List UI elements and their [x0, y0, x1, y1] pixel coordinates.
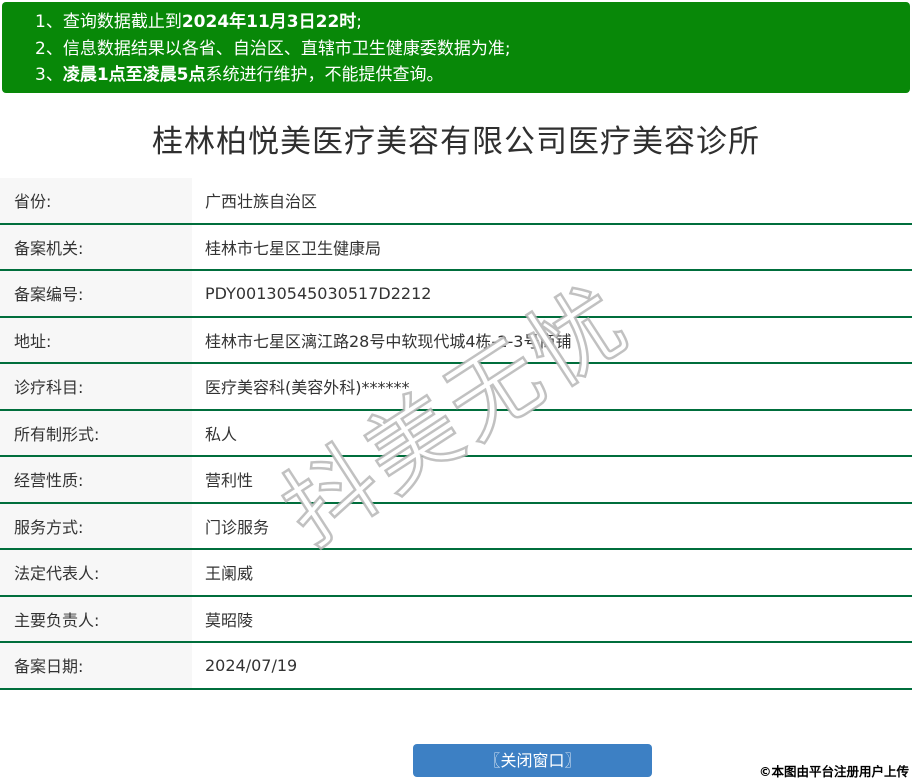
notice-number: 2、	[35, 38, 63, 59]
row-value: 医疗美容科(美容外科)******	[205, 378, 410, 398]
upload-attribution-note: ©本图由平台注册用户上传	[758, 764, 909, 779]
row-value: 桂林市七星区漓江路28号中软现代城4栋-2-3号商铺	[205, 331, 572, 351]
row-value: 2024/07/19	[205, 655, 298, 675]
row-value: 莫昭陵	[205, 610, 254, 630]
notice-number: 1、	[35, 12, 63, 32]
notice-number: 3、	[35, 65, 63, 85]
table-row-filing-authority: 备案机关: 桂林市七星区卫生健康局	[0, 224, 912, 271]
table-row-business-nature: 经营性质: 营利性	[0, 457, 912, 504]
row-value: 营利性	[205, 471, 254, 491]
row-label: 所有制形式:	[0, 410, 192, 455]
notice-line-2: 2、信息数据结果以各省、自治区、直辖市卫生健康委数据为准;	[35, 36, 900, 63]
notice-text: 查询数据截止到	[62, 12, 182, 32]
notice-banner: 1、查询数据截止到2024年11月3日22时; 2、信息数据结果以各省、自治区、…	[2, 2, 910, 93]
table-row-principal-person: 主要负责人: 莫昭陵	[0, 596, 912, 643]
row-label: 备案日期:	[0, 643, 192, 688]
row-label: 法定代表人:	[0, 550, 192, 595]
notice-line-1: 1、查询数据截止到2024年11月3日22时;	[35, 9, 900, 36]
row-label: 地址:	[0, 317, 192, 362]
row-value: PDY00130545030517D2212	[205, 283, 432, 303]
info-table: 省份: 广西壮族自治区 备案机关: 桂林市七星区卫生健康局 备案编号: PDY0…	[0, 178, 912, 690]
table-row-filing-number: 备案编号: PDY00130545030517D2212	[0, 271, 912, 318]
row-value: 王阑威	[205, 564, 254, 584]
row-label: 省份:	[0, 178, 192, 223]
row-label: 主要负责人:	[0, 596, 192, 641]
table-row-province: 省份: 广西壮族自治区	[0, 178, 912, 225]
row-label: 备案编号:	[0, 271, 192, 316]
row-label: 诊疗科目:	[0, 364, 192, 409]
table-row-address: 地址: 桂林市七星区漓江路28号中软现代城4栋-2-3号商铺	[0, 317, 912, 364]
row-label: 服务方式:	[0, 503, 192, 548]
table-row-ownership-form: 所有制形式: 私人	[0, 410, 912, 457]
table-row-service-mode: 服务方式: 门诊服务	[0, 503, 912, 550]
page-title: 桂林柏悦美医疗美容有限公司医疗美容诊所	[152, 124, 760, 160]
table-row-filing-date: 备案日期: 2024/07/19	[0, 643, 912, 690]
row-label: 备案机关:	[0, 224, 192, 269]
table-row-treatment-subjects: 诊疗科目: 医疗美容科(美容外科)******	[0, 364, 912, 411]
notice-text: 信息数据结果以各省、自治区、直辖市卫生健康委数据为准;	[62, 38, 511, 59]
row-value: 私人	[205, 424, 238, 444]
row-label: 经营性质:	[0, 457, 192, 502]
notice-text-bold: 凌晨1点至凌晨5点	[62, 65, 206, 85]
row-value: 门诊服务	[205, 517, 270, 537]
close-window-button[interactable]: 〖关闭窗口〗	[413, 744, 652, 777]
row-value: 桂林市七星区卫生健康局	[205, 238, 382, 258]
table-row-legal-representative: 法定代表人: 王阑威	[0, 550, 912, 597]
notice-text: ;	[356, 12, 363, 32]
notice-line-3: 3、凌晨1点至凌晨5点系统进行维护，不能提供查询。	[35, 62, 900, 89]
notice-text-bold: 2024年11月3日22时	[181, 12, 357, 32]
row-value: 广西壮族自治区	[205, 192, 318, 212]
notice-text: 系统进行维护，不能提供查询。	[205, 65, 444, 85]
